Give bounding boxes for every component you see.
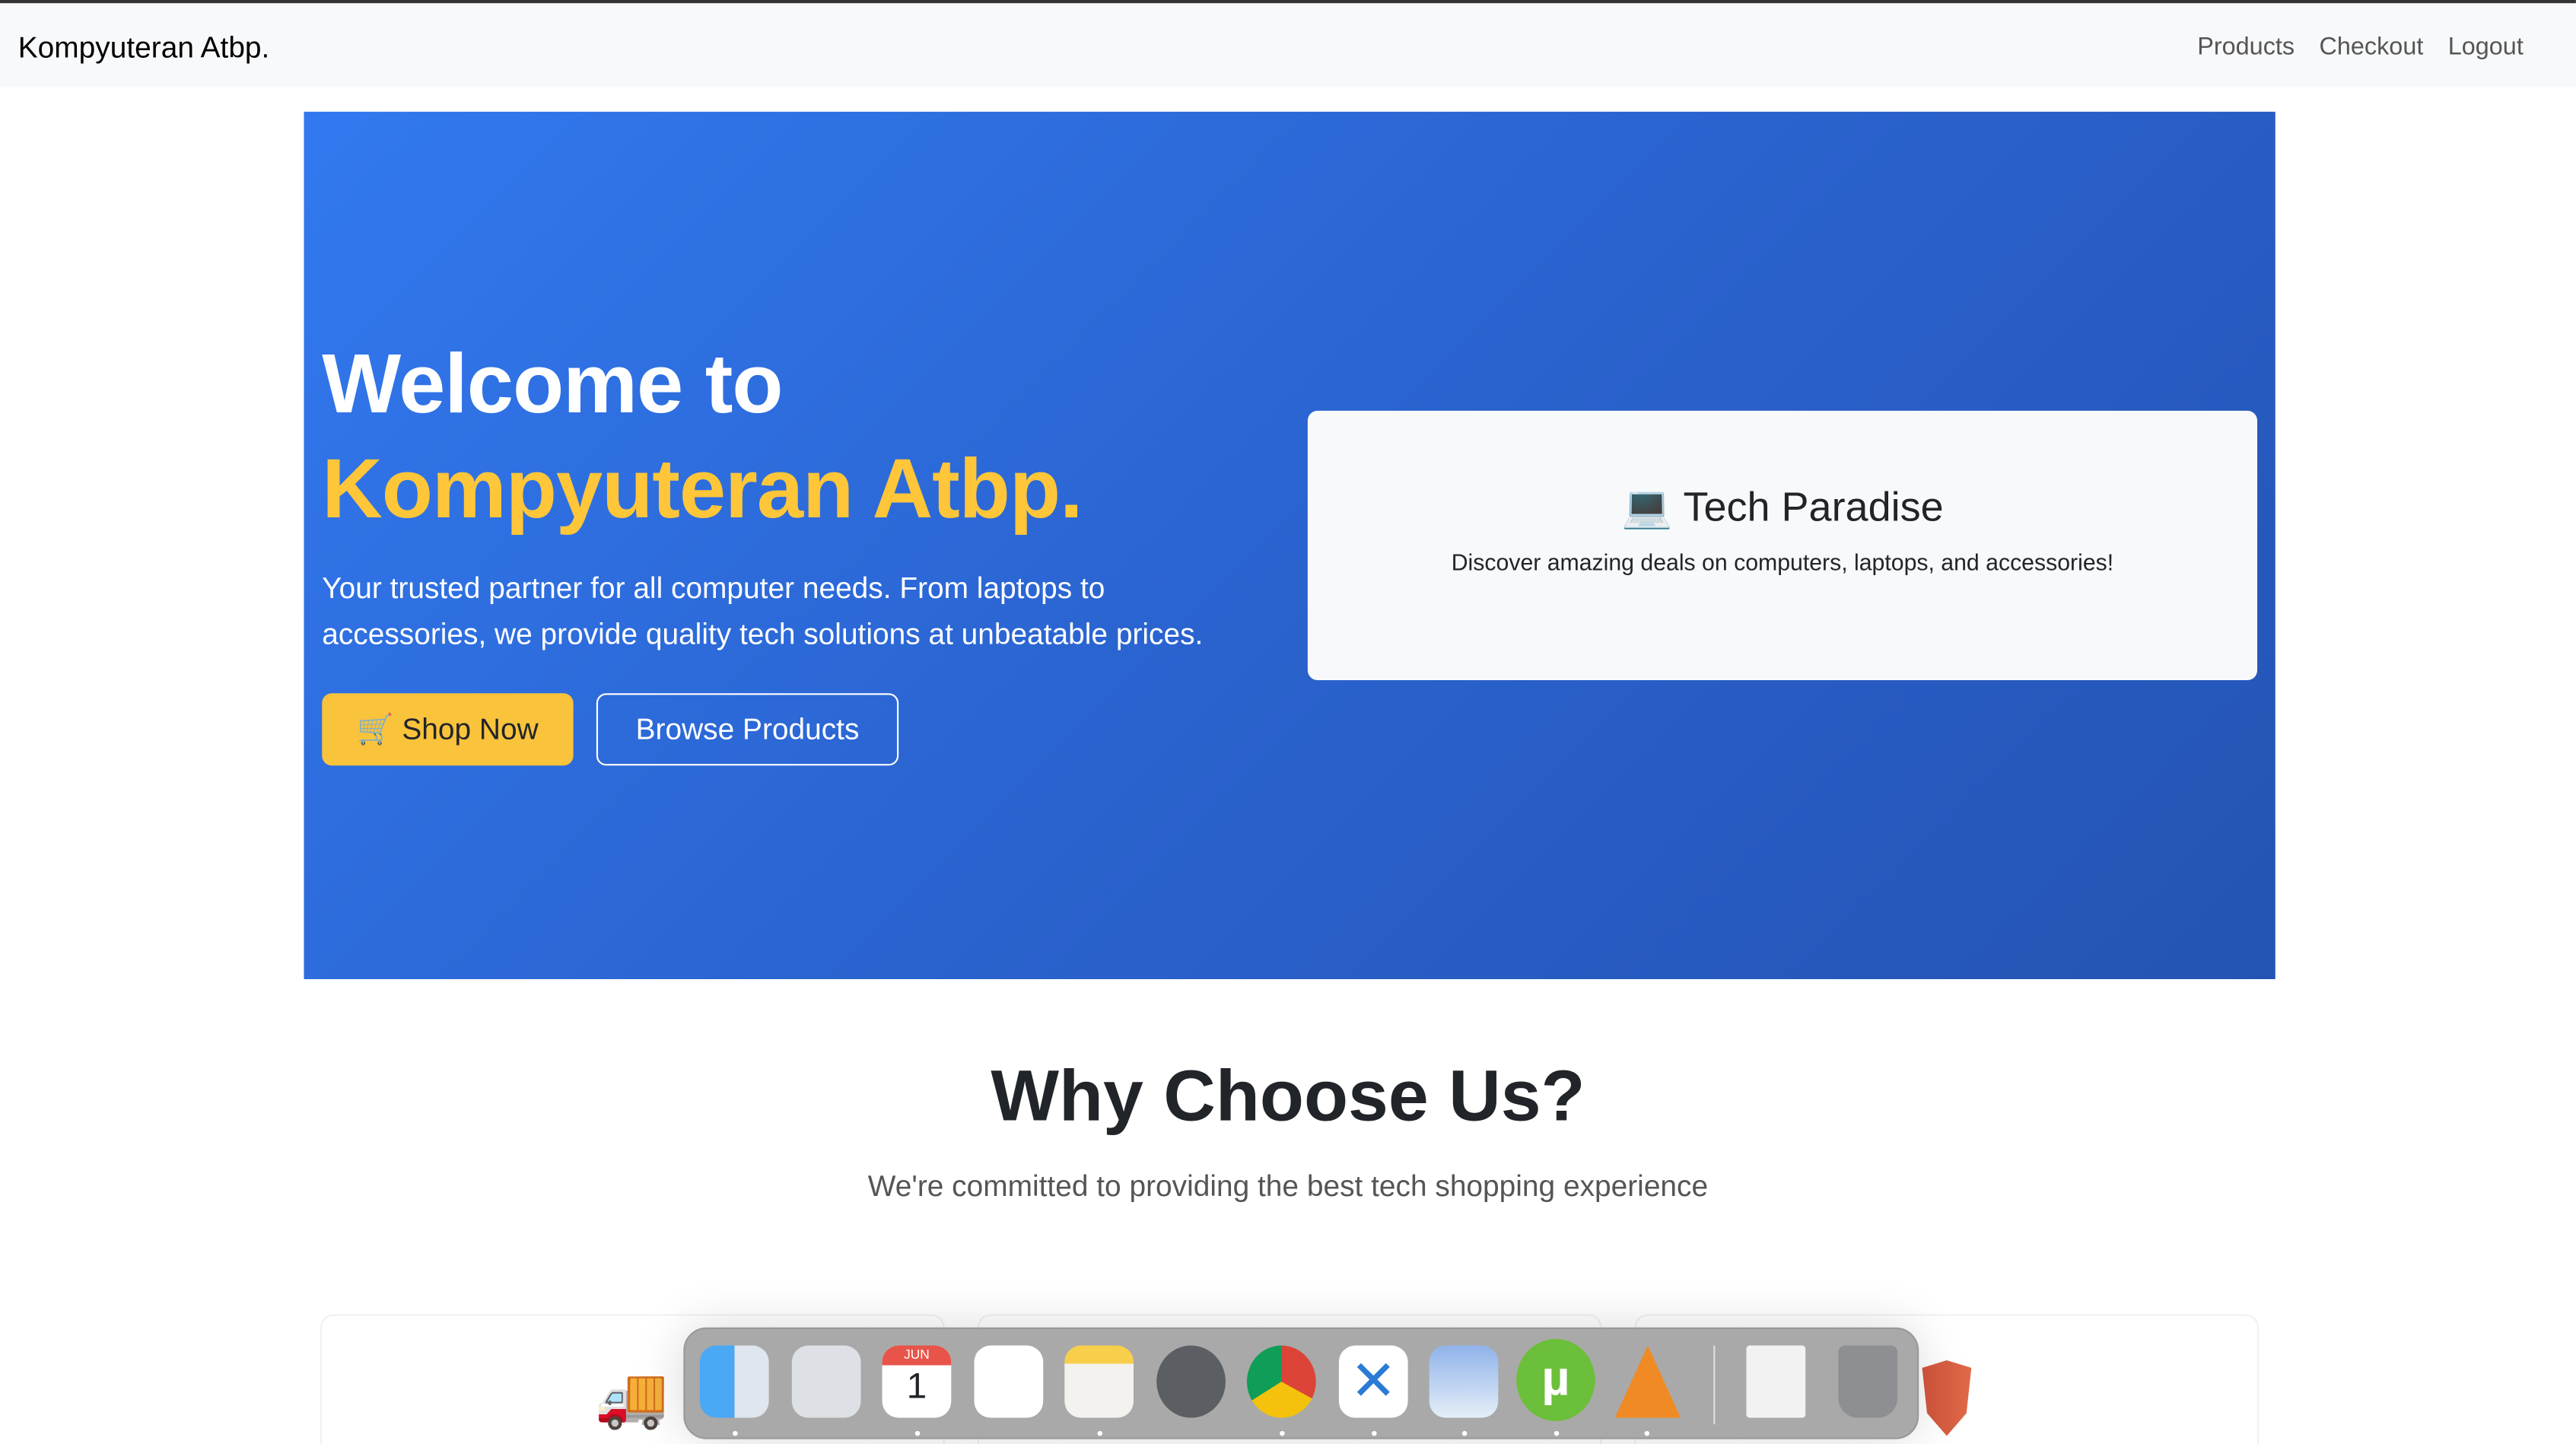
running-indicator bbox=[733, 1430, 738, 1436]
notes-icon[interactable] bbox=[1064, 1345, 1134, 1418]
section-subtitle: We're committed to providing the best te… bbox=[867, 1169, 1709, 1203]
utorrent-icon[interactable]: µ bbox=[1516, 1338, 1595, 1421]
running-indicator bbox=[1554, 1430, 1560, 1436]
hero-title-line2: Kompyuteran Atbp. bbox=[322, 441, 1083, 536]
vscode-icon[interactable]: ✕ bbox=[1338, 1345, 1408, 1418]
reminders-icon[interactable] bbox=[974, 1345, 1044, 1418]
shop-now-button[interactable]: 🛒 Shop Now bbox=[322, 693, 574, 766]
system-settings-icon[interactable] bbox=[1156, 1345, 1226, 1418]
navbar: Kompyuteran Atbp. Products Checkout Logo… bbox=[0, 3, 2576, 87]
file-icon[interactable] bbox=[1746, 1345, 1806, 1418]
vlc-icon[interactable] bbox=[1614, 1345, 1681, 1418]
running-indicator bbox=[1644, 1430, 1650, 1436]
launchpad-icon[interactable] bbox=[791, 1345, 861, 1418]
nav-products[interactable]: Products bbox=[2197, 33, 2295, 61]
hero-title: Welcome to Kompyuteran Atbp. bbox=[322, 332, 1083, 542]
brand-link[interactable]: Kompyuteran Atbp. bbox=[18, 31, 270, 65]
browse-products-button[interactable]: Browse Products bbox=[596, 693, 899, 766]
finder-icon[interactable] bbox=[699, 1345, 769, 1418]
dock-separator bbox=[1713, 1345, 1716, 1425]
calendar-day: 1 bbox=[906, 1365, 927, 1407]
page: Kompyuteran Atbp. Products Checkout Logo… bbox=[0, 0, 2576, 1444]
nav-checkout[interactable]: Checkout bbox=[2319, 33, 2423, 61]
preview-icon[interactable] bbox=[1429, 1345, 1499, 1418]
truck-icon[interactable]: 🚚 bbox=[595, 1363, 669, 1431]
section-title: Why Choose Us? bbox=[991, 1056, 1585, 1137]
dock: JUN 1 ✕ µ bbox=[683, 1327, 1919, 1439]
running-indicator bbox=[1097, 1430, 1102, 1436]
running-indicator bbox=[914, 1430, 921, 1436]
card-title: 💻 Tech Paradise bbox=[1621, 485, 1944, 531]
running-indicator bbox=[1280, 1430, 1285, 1436]
nav-logout[interactable]: Logout bbox=[2448, 33, 2524, 61]
hero-lead: Your trusted partner for all computer ne… bbox=[322, 571, 1204, 651]
trash-icon[interactable] bbox=[1838, 1345, 1898, 1418]
tech-paradise-card: 💻 Tech Paradise Discover amazing deals o… bbox=[1307, 410, 2258, 680]
calendar-icon[interactable]: JUN 1 bbox=[882, 1345, 952, 1418]
card-text: Discover amazing deals on computers, lap… bbox=[1451, 549, 2114, 575]
calendar-month: JUN bbox=[882, 1345, 952, 1366]
hero-title-line1: Welcome to bbox=[322, 336, 783, 431]
running-indicator bbox=[1372, 1430, 1377, 1436]
hero-section: Welcome to Kompyuteran Atbp. Your trusted… bbox=[304, 111, 2275, 980]
running-indicator bbox=[1461, 1430, 1468, 1436]
chrome-icon[interactable] bbox=[1246, 1345, 1316, 1418]
